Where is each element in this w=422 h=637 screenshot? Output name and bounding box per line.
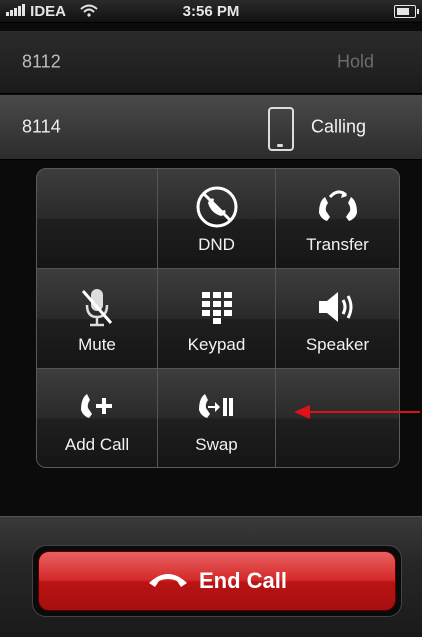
dnd-button[interactable]: DND — [158, 169, 276, 269]
call-number: 8114 — [22, 116, 61, 137]
transfer-button[interactable]: Transfer — [276, 169, 399, 269]
annotation-arrow-icon — [294, 405, 420, 419]
call-controls-grid: DND Transfer Mute Keypad Speaker Add Cal… — [36, 168, 400, 468]
status-bar: IDEA 3:56 PM — [0, 0, 422, 23]
button-label: DND — [198, 235, 235, 254]
keypad-button[interactable]: Keypad — [158, 269, 276, 369]
button-label: Speaker — [305, 335, 370, 354]
add-call-icon — [37, 385, 157, 429]
button-label: Swap — [195, 435, 238, 454]
end-call-label: End Call — [198, 568, 287, 593]
swap-icon — [158, 385, 275, 429]
button-label: Keypad — [187, 335, 246, 354]
button-label: Mute — [78, 335, 116, 354]
button-label: Add Call — [64, 435, 130, 454]
end-call-button[interactable]: End Call — [38, 551, 396, 611]
mute-button[interactable]: Mute — [37, 269, 158, 369]
transfer-icon — [276, 185, 399, 229]
call-row-active[interactable]: 8114 Calling — [0, 95, 422, 160]
battery-icon — [394, 5, 419, 18]
call-status: Hold — [336, 51, 374, 72]
call-row-hold[interactable]: 8112 Hold — [0, 31, 422, 94]
status-time: 3:56 PM — [182, 3, 240, 20]
phone-icon — [268, 107, 294, 151]
dnd-icon — [158, 185, 275, 229]
call-number: 8112 — [22, 51, 61, 72]
speaker-button[interactable]: Speaker — [276, 269, 399, 369]
add-call-button[interactable]: Add Call — [37, 369, 158, 467]
swap-button[interactable]: Swap — [158, 369, 276, 467]
mute-icon — [37, 285, 157, 329]
call-status: Calling — [310, 116, 366, 137]
keypad-icon — [158, 285, 275, 329]
button-label: Transfer — [306, 235, 369, 254]
end-call-icon — [147, 569, 189, 594]
speaker-icon — [276, 285, 399, 329]
empty-button — [37, 169, 158, 269]
